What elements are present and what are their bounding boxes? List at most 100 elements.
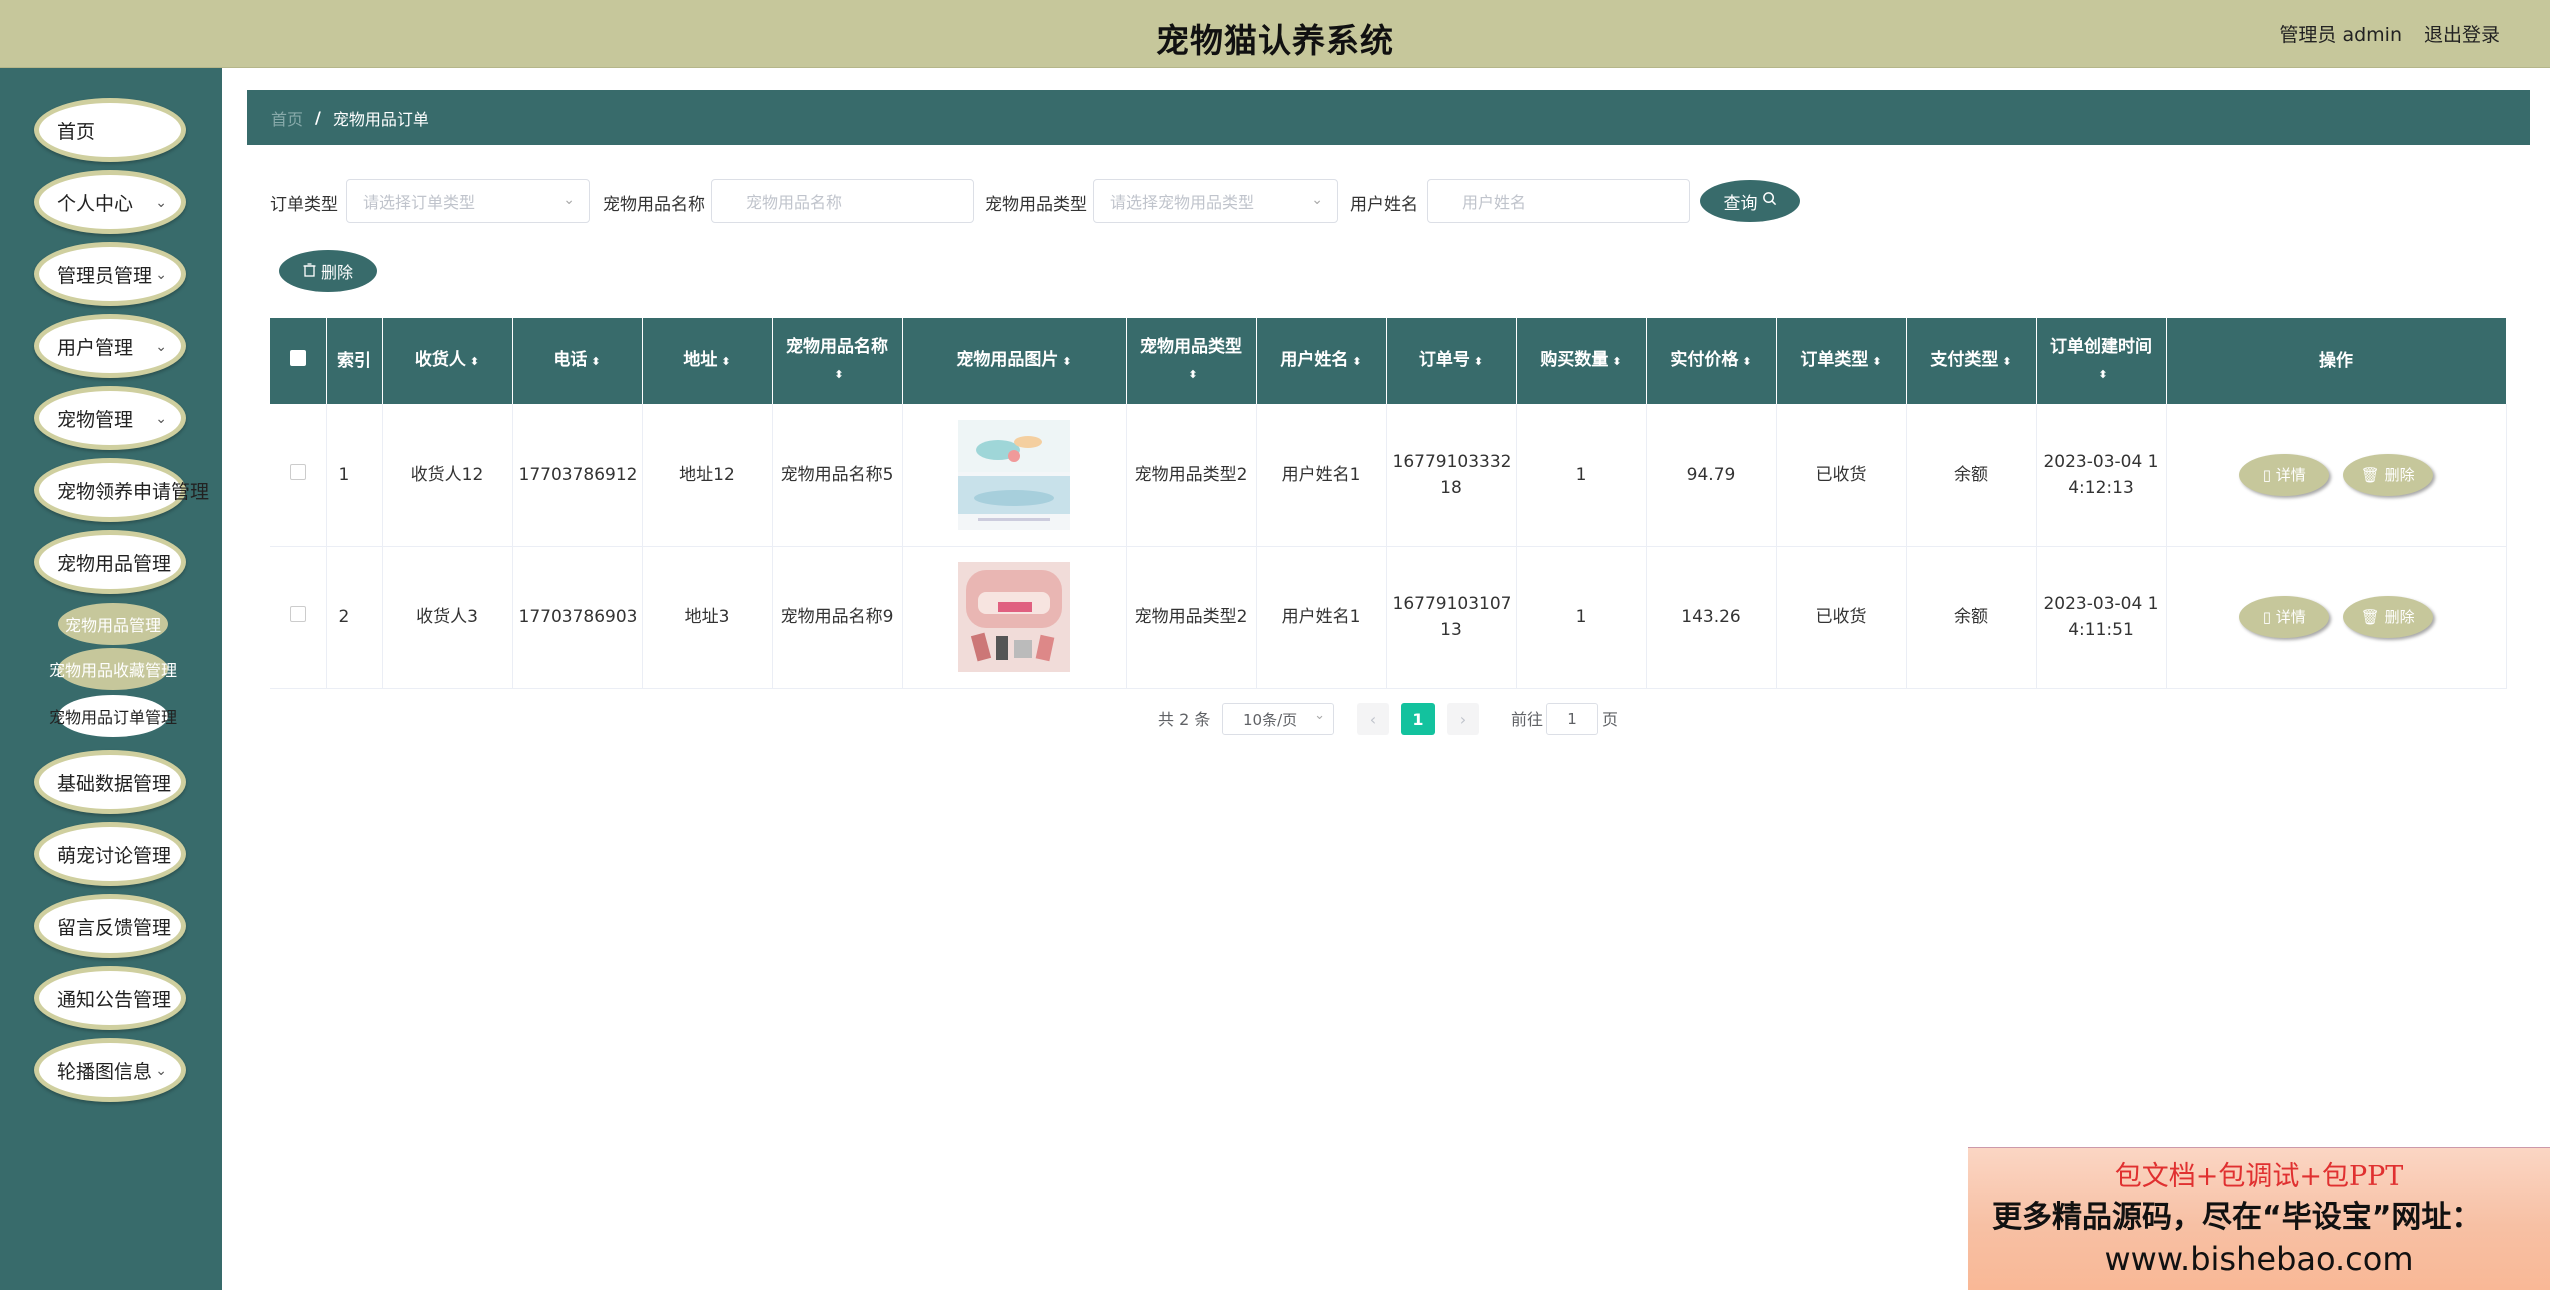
sort-icon[interactable]: ⬍ — [1612, 355, 1621, 368]
sort-icon[interactable]: ⬍ — [2002, 355, 2011, 368]
sort-icon[interactable]: ⬍ — [1062, 355, 1071, 368]
breadcrumb-home[interactable]: 首页 — [271, 106, 303, 130]
sort-icon[interactable]: ⬍ — [1352, 355, 1361, 368]
cell-receiver: 收货人3 — [382, 546, 513, 689]
table-row: 2 收货人3 17703786903 地址3 宠物用品名称9 宠物用品类型2 用… — [270, 546, 2507, 689]
cell-phone: 17703786903 — [512, 546, 643, 689]
product-type-select[interactable]: 请选择宠物用品类型 ⌄ — [1093, 179, 1338, 223]
sort-icon[interactable]: ⬍ — [2098, 368, 2107, 381]
nav-personal-center[interactable]: 个人中心 ⌄ — [34, 170, 186, 234]
sort-icon[interactable]: ⬍ — [470, 355, 479, 368]
product-type-label: 宠物用品类型 — [985, 195, 1087, 215]
order-no-line1: 16779103107 — [1392, 594, 1512, 614]
goto-page-input[interactable]: 1 — [1546, 703, 1598, 735]
cell-create-time: 2023-03-04 1 4:12:13 — [2036, 404, 2167, 547]
col-label: 操作 — [2319, 351, 2353, 371]
prev-page-button[interactable]: ‹ — [1357, 703, 1389, 735]
nav-adoption-management[interactable]: 宠物领养申请管理 — [34, 458, 209, 522]
nav-pet-management[interactable]: 宠物管理 ⌄ — [34, 386, 186, 450]
col-label: 订单创建时间 — [2050, 337, 2152, 357]
nav-feedback[interactable]: 留言反馈管理 — [34, 894, 186, 958]
nav-notice[interactable]: 通知公告管理 — [34, 966, 186, 1030]
page-size-select[interactable]: 10条/页 ⌄ — [1222, 703, 1334, 735]
col-order-type[interactable]: 订单类型 ⬍ — [1776, 318, 1907, 404]
subnav-supplies-favorites[interactable]: 宠物用品收藏管理 — [49, 648, 177, 690]
col-pay-type[interactable]: 支付类型 ⬍ — [1906, 318, 2037, 404]
nav-supplies-management[interactable]: 宠物用品管理 — [34, 530, 186, 594]
col-label: 宠物用品图片 — [956, 350, 1059, 370]
col-price[interactable]: 实付价格 ⬍ — [1646, 318, 1777, 404]
batch-delete-button[interactable]: 删除 — [279, 250, 377, 292]
sort-icon[interactable]: ⬍ — [1188, 368, 1197, 381]
product-image-thumbnail[interactable] — [958, 562, 1070, 672]
col-address[interactable]: 地址 ⬍ — [642, 318, 773, 404]
col-create-time[interactable]: 订单创建时间 ⬍ — [2036, 318, 2167, 404]
subnav-supplies-orders[interactable]: 宠物用品订单管理 — [49, 695, 177, 737]
row-select-cell[interactable] — [270, 546, 327, 689]
col-quantity[interactable]: 购买数量 ⬍ — [1516, 318, 1647, 404]
document-icon: ▯ — [2262, 608, 2276, 626]
pager-total: 共 2 条 — [1158, 710, 1211, 729]
row-checkbox[interactable] — [289, 606, 306, 622]
product-image-thumbnail[interactable] — [958, 419, 1070, 530]
breadcrumb-separator: / — [315, 108, 321, 127]
chevron-down-icon: ⌄ — [155, 339, 167, 355]
cell-create-time: 2023-03-04 1 4:11:51 — [2036, 546, 2167, 689]
row-select-cell[interactable] — [270, 404, 327, 547]
delete-button[interactable]: 🗑 删除 — [2342, 453, 2433, 496]
col-product-name[interactable]: 宠物用品名称 ⬍ — [772, 318, 903, 404]
cell-product-image — [902, 546, 1127, 689]
nav-label: 用户管理 — [57, 336, 134, 359]
cell-address: 地址3 — [642, 546, 773, 689]
document-icon: ▯ — [2262, 465, 2276, 484]
subnav-supplies[interactable]: 宠物用品管理 — [58, 603, 168, 645]
col-phone[interactable]: 电话 ⬍ — [512, 318, 643, 404]
detail-button[interactable]: ▯ 详情 — [2239, 453, 2330, 496]
nav-label: 管理员管理 — [57, 264, 153, 287]
col-label: 收货人 — [414, 350, 466, 370]
sort-icon[interactable]: ⬍ — [1872, 355, 1881, 368]
cell-address: 地址12 — [642, 404, 773, 547]
cell-pay-type: 余额 — [1906, 546, 2037, 689]
nav-basic-data[interactable]: 基础数据管理 — [34, 750, 186, 814]
sort-icon[interactable]: ⬍ — [591, 355, 600, 368]
sort-icon[interactable]: ⬍ — [834, 368, 843, 381]
sort-icon[interactable]: ⬍ — [721, 355, 730, 368]
col-order-no[interactable]: 订单号 ⬍ — [1386, 318, 1517, 404]
col-receiver[interactable]: 收货人 ⬍ — [382, 318, 513, 404]
nav-home[interactable]: 首页 — [34, 98, 186, 162]
order-type-select[interactable]: 请选择订单类型 ⌄ — [346, 179, 590, 223]
promo-watermark: 包文档+包调试+包PPT 更多精品源码，尽在“毕设宝”网址： www.bishe… — [1968, 1147, 2550, 1290]
nav-carousel[interactable]: 轮播图信息 ⌄ — [34, 1038, 186, 1102]
sort-icon[interactable]: ⬍ — [1742, 355, 1751, 368]
col-product-type[interactable]: 宠物用品类型 ⬍ — [1126, 318, 1257, 404]
col-label: 电话 — [553, 350, 588, 370]
delete-label: 删除 — [2384, 465, 2415, 484]
top-header: 宠物猫认养系统 管理员 admin 退出登录 — [0, 0, 2550, 68]
col-product-image[interactable]: 宠物用品图片 ⬍ — [902, 318, 1127, 404]
delete-button[interactable]: 🗑 删除 — [2342, 596, 2433, 638]
select-all-header[interactable] — [270, 318, 327, 404]
col-user-name[interactable]: 用户姓名 ⬍ — [1256, 318, 1387, 404]
sort-icon[interactable]: ⬍ — [1474, 355, 1483, 368]
cell-user-name: 用户姓名1 — [1256, 546, 1387, 689]
page-number-current[interactable]: 1 — [1401, 703, 1435, 735]
row-checkbox[interactable] — [289, 463, 306, 480]
nav-discussion[interactable]: 萌宠讨论管理 — [34, 822, 186, 886]
next-page-button[interactable]: › — [1447, 703, 1479, 735]
query-button[interactable]: 查询 — [1700, 180, 1800, 222]
select-all-checkbox[interactable] — [289, 350, 306, 366]
product-name-input[interactable]: 宠物用品名称 — [711, 179, 974, 223]
nav-user-management[interactable]: 用户管理 ⌄ — [34, 314, 186, 378]
logout-link[interactable]: 退出登录 — [2424, 20, 2500, 47]
nav-admin-management[interactable]: 管理员管理 ⌄ — [34, 242, 186, 306]
order-type-label: 订单类型 — [270, 195, 338, 215]
chevron-down-icon: ⌄ — [155, 195, 167, 211]
query-label: 查询 — [1723, 193, 1758, 214]
col-label: 订单号 — [1418, 350, 1470, 370]
trash-icon: 🗑 — [2360, 608, 2385, 626]
nav-label: 基础数据管理 — [57, 772, 172, 795]
user-name-input[interactable]: 用户姓名 — [1427, 179, 1690, 223]
col-label: 宠物用品类型 — [1140, 337, 1242, 357]
detail-button[interactable]: ▯ 详情 — [2239, 596, 2330, 638]
